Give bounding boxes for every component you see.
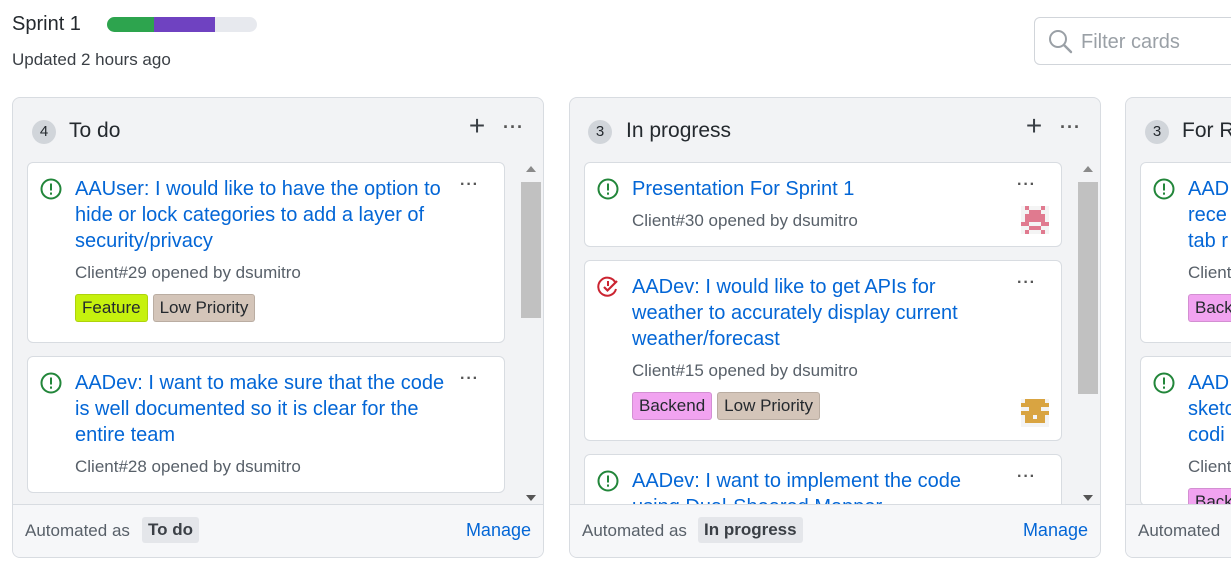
column-in-progress: 3 In progress + ··· Presentation For Spr…	[569, 97, 1101, 558]
updated-timestamp: Updated 2 hours ago	[12, 50, 171, 69]
open-issue-icon	[1153, 372, 1175, 399]
card-meta: Client#29 opened by dsumitro	[75, 263, 301, 282]
column-scrollbar[interactable]	[519, 162, 541, 505]
issue-card[interactable]: AAD rece tab r Client Back	[1140, 162, 1231, 343]
label-backend[interactable]: Back	[1188, 294, 1231, 322]
column-to-do: 4 To do + ··· AAUser: I would like to ha…	[12, 97, 544, 558]
column-header: 4 To do + ···	[13, 98, 543, 160]
open-issue-icon	[40, 372, 62, 399]
card-labels: Back	[1188, 488, 1231, 505]
filter-cards-input[interactable]	[1081, 28, 1231, 56]
issue-card[interactable]: AAUser: I would like to have the option …	[27, 162, 505, 343]
card-title[interactable]: AAUser: I would like to have the option …	[75, 176, 445, 254]
scroll-down-arrow-icon[interactable]	[1083, 495, 1093, 501]
card-meta: Client	[1188, 263, 1231, 282]
card-title[interactable]: AADev: I want to implement the code usin…	[632, 468, 1002, 505]
add-card-button[interactable]: +	[1022, 112, 1046, 140]
card-meta: Client#30 opened by dsumitro	[632, 211, 858, 230]
label-backend[interactable]: Backend	[632, 392, 713, 420]
open-issue-icon	[597, 470, 619, 497]
progress-in-progress-segment	[153, 17, 215, 32]
closed-issue-icon	[597, 276, 619, 303]
column-scrollbar[interactable]	[1076, 162, 1098, 505]
card-title[interactable]: AADev: I would like to get APIs for weat…	[632, 274, 1002, 352]
automation-label: Automated as	[25, 521, 130, 540]
card-more-menu-icon[interactable]: ···	[1017, 274, 1036, 292]
card-meta: Client#15 opened by dsumitro	[632, 361, 858, 380]
issue-card[interactable]: AADev: I would like to get APIs for weat…	[584, 260, 1062, 441]
column-cards-list[interactable]: Presentation For Sprint 1 ··· Client#30 …	[584, 162, 1064, 505]
automation-label: Automated	[1138, 521, 1221, 540]
column-footer: Automated as In progress Manage	[570, 504, 1100, 557]
column-more-menu-icon[interactable]: ···	[503, 117, 524, 138]
project-title: Sprint 1	[12, 13, 81, 35]
assignee-avatar[interactable]	[1021, 399, 1049, 427]
card-title[interactable]: AAD sketc codi	[1188, 370, 1231, 448]
issue-card[interactable]: Presentation For Sprint 1 ··· Client#30 …	[584, 162, 1062, 247]
project-progress-bar	[107, 17, 257, 32]
column-name: To do	[69, 119, 121, 142]
column-header: 3 For R	[1126, 98, 1231, 160]
open-issue-icon	[597, 178, 619, 205]
column-card-count: 3	[588, 120, 612, 144]
column-card-count: 3	[1145, 120, 1169, 144]
add-card-button[interactable]: +	[465, 112, 489, 140]
label-feature[interactable]: Feature	[75, 294, 148, 322]
scrollbar-thumb[interactable]	[1078, 182, 1098, 394]
search-icon	[1047, 28, 1073, 59]
column-name: In progress	[626, 119, 732, 142]
card-more-menu-icon[interactable]: ···	[460, 370, 479, 388]
column-cards-list[interactable]: AAD rece tab r Client Back AAD sketc cod…	[1140, 162, 1231, 505]
card-labels: Backend Low Priority	[632, 392, 820, 420]
manage-automation-link[interactable]: Manage	[1023, 520, 1088, 541]
card-more-menu-icon[interactable]: ···	[1017, 176, 1036, 194]
column-for-review: 3 For R AAD rece tab r Client Back AAD s…	[1125, 97, 1231, 558]
label-low-priority[interactable]: Low Priority	[152, 294, 256, 322]
column-footer: Automated	[1126, 504, 1231, 557]
progress-done-segment	[107, 17, 154, 32]
issue-card[interactable]: AAD sketc codi Client Back	[1140, 356, 1231, 505]
scroll-up-arrow-icon[interactable]	[1083, 166, 1093, 172]
manage-automation-link[interactable]: Manage	[466, 520, 531, 541]
card-meta: Client#28 opened by dsumitro	[75, 457, 301, 476]
scrollbar-thumb[interactable]	[521, 182, 541, 318]
card-title[interactable]: Presentation For Sprint 1	[632, 176, 1002, 202]
column-header: 3 In progress + ···	[570, 98, 1100, 160]
automation-preset-badge: In progress	[698, 517, 803, 543]
label-low-priority[interactable]: Low Priority	[717, 392, 820, 420]
card-meta: Client	[1188, 457, 1231, 476]
column-card-count: 4	[32, 120, 56, 144]
card-more-menu-icon[interactable]: ···	[460, 176, 479, 194]
card-labels: Feature Low Priority	[75, 294, 256, 322]
issue-card[interactable]: AADev: I want to implement the code usin…	[584, 454, 1062, 505]
open-issue-icon	[40, 178, 62, 205]
scroll-up-arrow-icon[interactable]	[526, 166, 536, 172]
card-labels: Back	[1188, 294, 1231, 322]
column-more-menu-icon[interactable]: ···	[1060, 117, 1081, 138]
card-title[interactable]: AAD rece tab r	[1188, 176, 1231, 254]
open-issue-icon	[1153, 178, 1175, 205]
assignee-avatar[interactable]	[1021, 206, 1049, 234]
label-backend[interactable]: Back	[1188, 488, 1231, 505]
column-name: For R	[1182, 119, 1231, 142]
column-footer: Automated as To do Manage	[13, 504, 543, 557]
automation-preset-badge: To do	[142, 517, 199, 543]
card-more-menu-icon[interactable]: ···	[1017, 468, 1036, 486]
column-cards-list[interactable]: AAUser: I would like to have the option …	[27, 162, 507, 505]
issue-card[interactable]: AADev: I want to make sure that the code…	[27, 356, 505, 493]
filter-cards-box[interactable]	[1034, 17, 1231, 65]
automation-label: Automated as	[582, 521, 687, 540]
scroll-down-arrow-icon[interactable]	[526, 495, 536, 501]
card-title[interactable]: AADev: I want to make sure that the code…	[75, 370, 445, 448]
